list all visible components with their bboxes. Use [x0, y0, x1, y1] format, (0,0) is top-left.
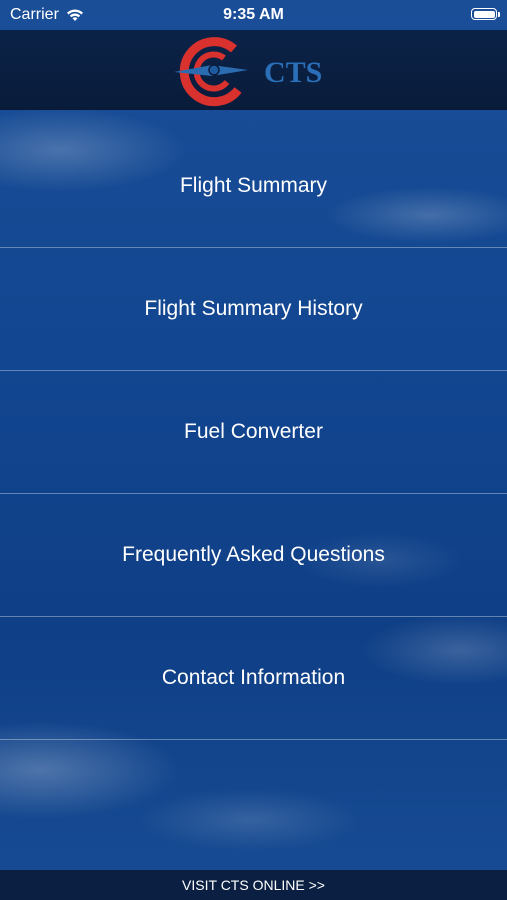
menu-item-label: Flight Summary — [179, 174, 328, 197]
menu-item-faq[interactable]: Frequently Asked Questions — [0, 494, 507, 617]
menu-item-contact-information[interactable]: Contact Information — [0, 617, 507, 740]
main-menu: Flight Summary Flight Summary History Fu… — [0, 125, 507, 740]
menu-item-label: Contact Information — [161, 666, 346, 689]
app-header: CTS — [0, 30, 507, 110]
battery-icon — [471, 8, 500, 20]
status-bar: Carrier 9:35 AM — [0, 0, 507, 30]
footer-link-label: VISIT CTS ONLINE >> — [182, 877, 325, 893]
logo-mark — [174, 37, 248, 107]
logo-text: CTS — [264, 56, 322, 89]
menu-item-label: Flight Summary History — [144, 297, 363, 320]
clock: 9:35 AM — [223, 6, 284, 23]
cts-logo: CTS — [174, 37, 322, 107]
visit-cts-online-link[interactable]: VISIT CTS ONLINE >> — [0, 870, 507, 900]
menu-item-label: Frequently Asked Questions — [122, 543, 385, 566]
menu-item-fuel-converter[interactable]: Fuel Converter — [0, 371, 507, 494]
menu-item-label: Fuel Converter — [184, 420, 323, 443]
menu-item-flight-summary[interactable]: Flight Summary — [0, 125, 507, 248]
menu-item-flight-summary-history[interactable]: Flight Summary History — [0, 248, 507, 371]
